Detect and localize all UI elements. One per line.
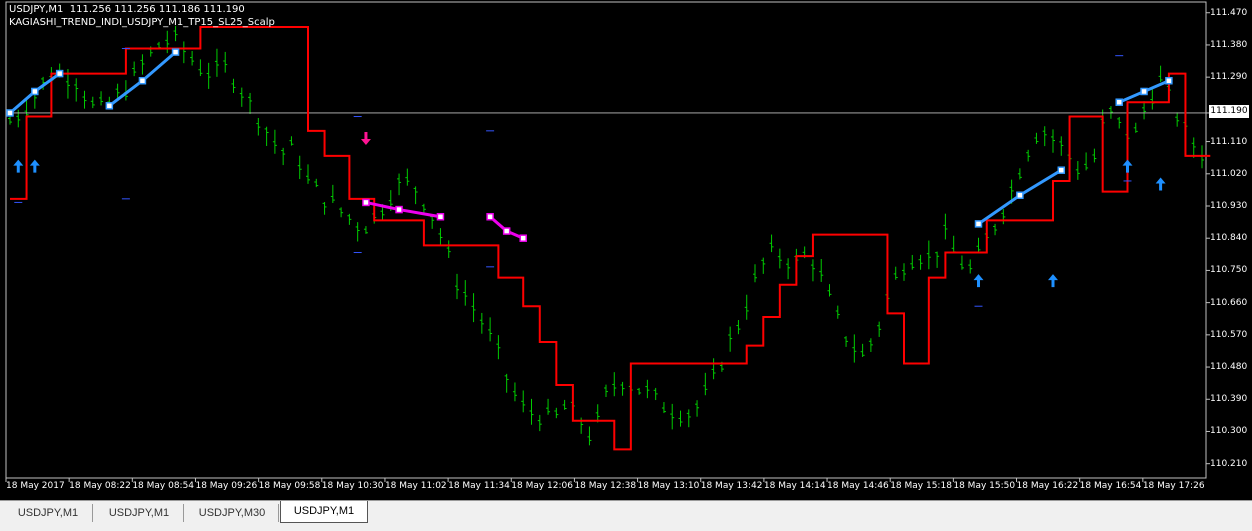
y-tick-label: 111.290 (1210, 72, 1248, 83)
sell-signal-line-node (395, 205, 403, 214)
y-tick-label: 111.470 (1210, 7, 1248, 18)
x-tick-label: 18 May 13:42 (700, 481, 763, 491)
x-tick-label: 18 May 14:46 (827, 481, 889, 491)
buy-arrow-icon (1048, 274, 1058, 288)
buy-signal-line-node (1115, 98, 1123, 106)
x-tick-label: 18 May 08:22 (69, 481, 131, 491)
x-tick-label: 18 May 11:02 (384, 481, 447, 491)
buy-arrow-icon (1155, 177, 1166, 191)
buy-signal-line-node (138, 76, 147, 85)
x-tick-label: 18 May 17:26 (1142, 481, 1205, 491)
x-tick-label: 18 May 16:54 (1079, 481, 1142, 491)
buy-signal-line-node (105, 102, 114, 110)
trend-step-line (10, 26, 1211, 451)
y-tick-label: 110.390 (1210, 394, 1248, 405)
sell-arrow-icon (360, 132, 371, 145)
y-tick-label: 110.660 (1210, 297, 1248, 308)
chart-tab-bar: USDJPY,M1 USDJPY,M1 USDJPY,M30 USDJPY,M1 (0, 500, 1252, 531)
buy-signal-line-node (1140, 87, 1148, 96)
y-tick-label: 111.110 (1210, 136, 1248, 147)
buy-arrow-icon (973, 274, 984, 288)
symbol-header: USDJPY,M1 111.256 111.256 111.186 111.19… (9, 4, 245, 15)
price-chart[interactable] (0, 0, 1252, 500)
x-tick-label: 18 May 12:06 (511, 481, 573, 491)
chart-frame (5, 1, 1207, 479)
tab-usdjpy-m30[interactable]: USDJPY,M30 (186, 504, 279, 522)
tab-usdjpy-m1-active[interactable]: USDJPY,M1 (280, 501, 368, 523)
sell-signal-line-node (362, 198, 370, 207)
x-tick-label: 18 May 13:10 (637, 481, 700, 491)
x-tick-label: 18 May 15:50 (953, 481, 1016, 491)
sell-signal-line-node (436, 212, 445, 221)
y-tick-label: 110.750 (1210, 265, 1248, 276)
buy-signal-line-node (55, 69, 64, 78)
y-tick-label: 110.570 (1210, 329, 1248, 340)
tab-usdjpy-m1-1[interactable]: USDJPY,M1 (4, 504, 93, 522)
sell-signal-line-node (486, 212, 494, 221)
buy-arrow-icon (13, 159, 24, 173)
y-tick-label: 110.840 (1210, 233, 1248, 244)
y-tick-label: 110.210 (1210, 458, 1248, 469)
x-tick-label: 18 May 08:54 (132, 481, 195, 491)
x-tick-label: 18 May 12:38 (574, 481, 637, 491)
x-tick-label: 18 May 14:14 (763, 481, 826, 491)
buy-signal-line-node (974, 220, 983, 228)
buy-signal-line-node (1016, 191, 1024, 200)
x-tick-label: 18 May 10:30 (321, 481, 384, 491)
indicator-name: KAGIASHI_TREND_INDI_USDJPY_M1_TP15_SL25_… (9, 17, 275, 28)
buy-signal-line-node (31, 87, 39, 96)
y-tick-label: 110.300 (1210, 426, 1248, 437)
buy-signal-line-node (1165, 76, 1173, 85)
sell-signal-line (365, 200, 441, 219)
x-tick-label: 18 May 16:22 (1016, 481, 1079, 491)
sell-signal-line-node (502, 227, 511, 235)
y-tick-label: 111.380 (1210, 39, 1248, 50)
x-tick-label: 18 May 11:34 (448, 481, 510, 491)
x-tick-label: 18 May 09:58 (258, 481, 321, 491)
buy-arrow-icon (29, 159, 40, 173)
x-tick-label: 18 May 2017 (6, 481, 65, 491)
sell-signal-line-node (519, 234, 527, 242)
tab-usdjpy-m1-2[interactable]: USDJPY,M1 (95, 504, 184, 522)
buy-arrow-icon (1122, 159, 1133, 173)
buy-signal-line-node (171, 48, 180, 56)
buy-signal-line-node (1057, 166, 1066, 174)
y-tick-label: 111.020 (1210, 168, 1248, 179)
y-tick-label: 110.930 (1210, 201, 1248, 211)
x-tick-label: 18 May 09:26 (195, 481, 258, 491)
x-tick-label: 18 May 15:18 (890, 481, 952, 491)
y-tick-label: 110.480 (1210, 362, 1248, 373)
current-price-label: 111.190 (1209, 105, 1249, 118)
buy-signal-line-node (6, 109, 14, 117)
